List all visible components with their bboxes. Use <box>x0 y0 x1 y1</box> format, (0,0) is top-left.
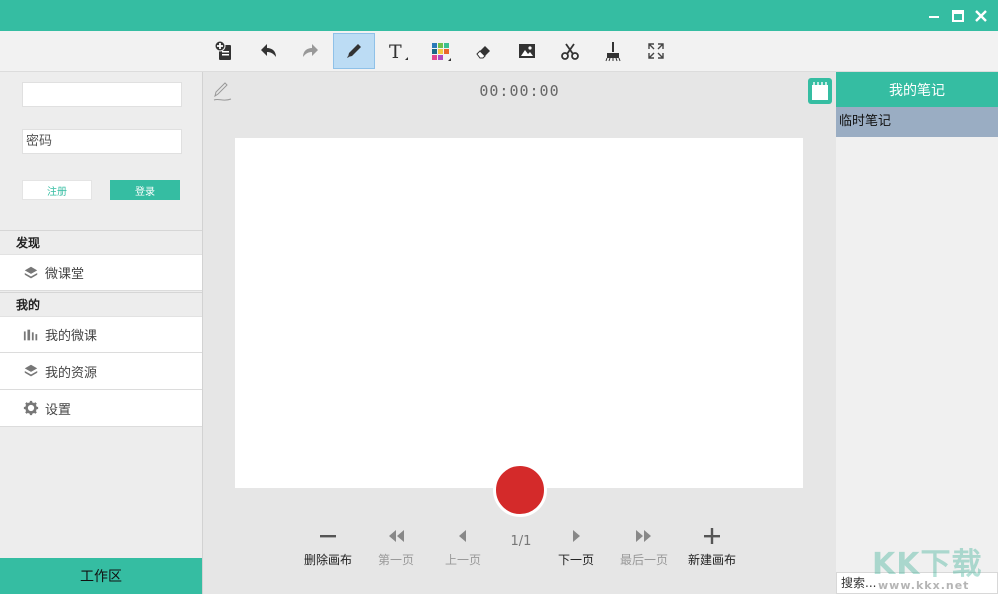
text-icon: T <box>389 41 408 62</box>
minus-icon <box>318 524 338 548</box>
left-sidebar: 注册 登录 发现 微课堂 我的 我的微课 我的资源 设置 工作区 <box>0 72 203 594</box>
last-page-icon <box>634 524 654 548</box>
notes-panel: 我的笔记 临时笔记 <box>836 72 998 594</box>
workspace-button[interactable]: 工作区 <box>0 558 202 594</box>
next-page-button[interactable]: 下一页 <box>541 524 611 568</box>
svg-text:T: T <box>389 41 402 62</box>
note-item-temporary[interactable]: 临时笔记 <box>836 107 998 137</box>
cut-tool-button[interactable] <box>549 33 591 69</box>
sidebar-item-label: 我的资源 <box>45 365 98 381</box>
control-label: 删除画布 <box>303 553 352 567</box>
notes-title: 我的笔记 <box>836 72 998 107</box>
sidebar-item-micro-class[interactable]: 微课堂 <box>0 254 202 291</box>
add-document-icon <box>214 40 231 60</box>
eraser-icon <box>476 46 490 59</box>
sidebar-item-my-resources[interactable]: 我的资源 <box>0 353 202 390</box>
record-button[interactable] <box>493 463 547 517</box>
cube-icon <box>22 264 40 282</box>
control-label: 上一页 <box>444 553 481 567</box>
bar-chart-icon <box>22 326 40 344</box>
layers-icon <box>22 362 40 380</box>
plus-icon <box>702 524 722 548</box>
login-button[interactable]: 登录 <box>110 180 180 200</box>
mine-section-title: 我的 <box>0 292 202 316</box>
next-page-icon <box>566 524 586 548</box>
prev-page-icon <box>453 524 473 548</box>
image-tool-button[interactable] <box>506 33 548 69</box>
delete-canvas-button[interactable]: 删除画布 <box>293 524 363 568</box>
title-bar <box>0 0 998 31</box>
sidebar-item-label: 设置 <box>45 402 72 418</box>
color-palette-icon <box>432 43 451 61</box>
last-page-button[interactable]: 最后一页 <box>609 524 679 568</box>
control-label: 第一页 <box>377 553 414 567</box>
undo-button[interactable] <box>247 33 289 69</box>
redo-button[interactable] <box>290 33 332 69</box>
pen-icon <box>347 44 361 58</box>
close-icon[interactable] <box>973 8 989 24</box>
prev-page-button[interactable]: 上一页 <box>428 524 498 568</box>
color-tool-button[interactable] <box>420 33 462 69</box>
maximize-icon[interactable] <box>950 8 966 24</box>
fullscreen-button[interactable] <box>635 33 677 69</box>
login-panel: 注册 登录 <box>0 72 202 230</box>
first-page-button[interactable]: 第一页 <box>361 524 431 568</box>
fullscreen-icon <box>648 43 664 59</box>
text-tool-button[interactable]: T <box>377 33 419 69</box>
sidebar-item-settings[interactable]: 设置 <box>0 390 202 427</box>
main-canvas-area: 00:00:00 删除画布 第一页 上一页 1/1 下一页 最后一页 新建画布 <box>203 72 836 594</box>
scissors-icon <box>561 43 579 60</box>
page-indicator: 1/1 <box>510 534 532 549</box>
gear-icon <box>22 399 40 417</box>
sidebar-item-label: 我的微课 <box>45 329 98 344</box>
toolbar: T <box>0 31 998 72</box>
username-input[interactable] <box>22 82 182 107</box>
first-page-icon <box>386 524 406 548</box>
drawing-canvas[interactable] <box>235 138 803 488</box>
minimize-icon[interactable] <box>926 8 942 24</box>
register-button[interactable]: 注册 <box>22 180 92 200</box>
eraser-tool-button[interactable] <box>463 33 505 69</box>
new-canvas-button[interactable]: 新建画布 <box>677 524 747 568</box>
control-label: 最后一页 <box>619 553 668 567</box>
notes-search-input[interactable] <box>836 572 998 594</box>
image-icon <box>519 44 535 58</box>
sidebar-item-label: 微课堂 <box>45 267 85 282</box>
add-page-button[interactable] <box>204 33 246 69</box>
notes-toggle-button[interactable] <box>808 78 832 104</box>
clear-tool-button[interactable] <box>592 33 634 69</box>
discover-section-title: 发现 <box>0 230 202 254</box>
recording-timer: 00:00:00 <box>479 82 560 100</box>
note-icon <box>812 82 828 100</box>
undo-icon <box>261 44 276 57</box>
redo-icon <box>303 44 318 57</box>
control-label: 新建画布 <box>687 553 736 567</box>
control-label: 下一页 <box>557 553 594 567</box>
password-input[interactable] <box>22 129 182 154</box>
sidebar-item-my-courses[interactable]: 我的微课 <box>0 316 202 353</box>
pen-tool-button[interactable] <box>333 33 375 69</box>
broom-icon <box>605 42 621 62</box>
